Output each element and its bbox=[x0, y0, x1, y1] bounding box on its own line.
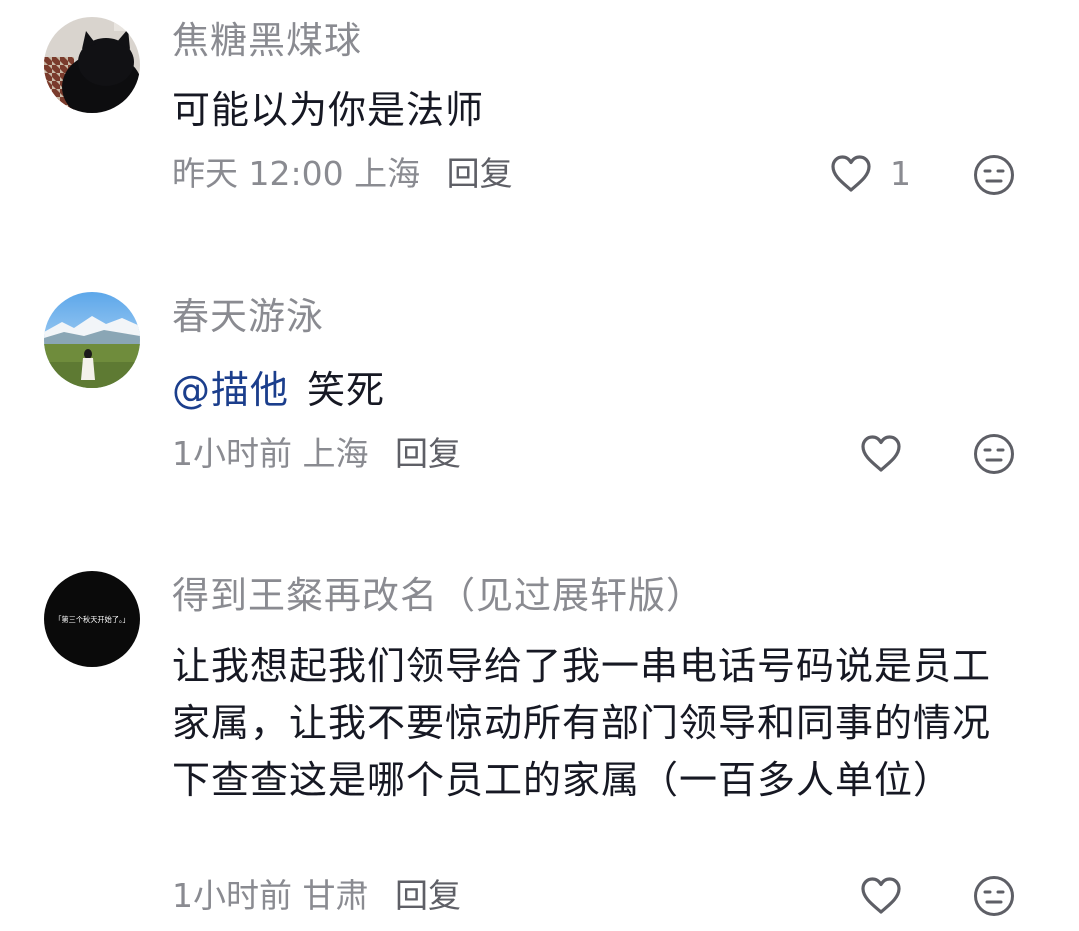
comment-meta: 1小时前 甘肃 回复 bbox=[172, 874, 461, 918]
comment-text: 让我想起我们领导给了我一串电话号码说是员工家属，让我不要惊动所有部门领导和同事的… bbox=[172, 644, 992, 802]
heart-icon[interactable] bbox=[859, 432, 903, 476]
comment-time: 1小时前 bbox=[172, 876, 292, 915]
comment-body: 笑死 bbox=[307, 368, 386, 412]
username[interactable]: 春天游泳 bbox=[172, 295, 324, 339]
heart-icon[interactable] bbox=[859, 874, 903, 918]
black-cat-avatar-icon bbox=[44, 17, 140, 113]
mountain-landscape-avatar-icon bbox=[44, 292, 140, 388]
username[interactable]: 焦糖黑煤球 bbox=[172, 19, 362, 63]
dislike-face-icon[interactable] bbox=[973, 154, 1015, 196]
comment-time: 昨天 12:00 bbox=[172, 154, 344, 193]
reply-button[interactable]: 回复 bbox=[447, 154, 513, 193]
avatar[interactable]: 「第三个秋天开始了。」 bbox=[44, 571, 140, 667]
comment-location: 甘肃 bbox=[302, 876, 369, 915]
comment-text: 可能以为你是法师 bbox=[172, 88, 485, 132]
reply-button[interactable]: 回复 bbox=[395, 434, 461, 473]
avatar-text: 「第三个秋天开始了。」 bbox=[54, 615, 129, 624]
username[interactable]: 得到王粲再改名（见过展轩版） bbox=[172, 574, 704, 618]
mention-link[interactable]: @描他 bbox=[172, 368, 289, 412]
dislike-face-icon[interactable] bbox=[973, 875, 1015, 917]
comment-location: 上海 bbox=[302, 434, 369, 473]
like-count: 1 bbox=[890, 154, 911, 193]
black-text-avatar-icon: 「第三个秋天开始了。」 bbox=[44, 571, 140, 667]
comment-location: 上海 bbox=[354, 154, 421, 193]
comment-text: @描他 笑死 bbox=[172, 362, 1017, 419]
heart-icon[interactable] bbox=[829, 152, 873, 196]
reply-button[interactable]: 回复 bbox=[395, 876, 461, 915]
avatar[interactable] bbox=[44, 292, 140, 388]
dislike-face-icon[interactable] bbox=[973, 433, 1015, 475]
comment-meta: 昨天 12:00 上海 回复 bbox=[172, 152, 513, 196]
comment-meta: 1小时前 上海 回复 bbox=[172, 432, 461, 476]
comment-time: 1小时前 bbox=[172, 434, 292, 473]
avatar[interactable] bbox=[44, 17, 140, 113]
